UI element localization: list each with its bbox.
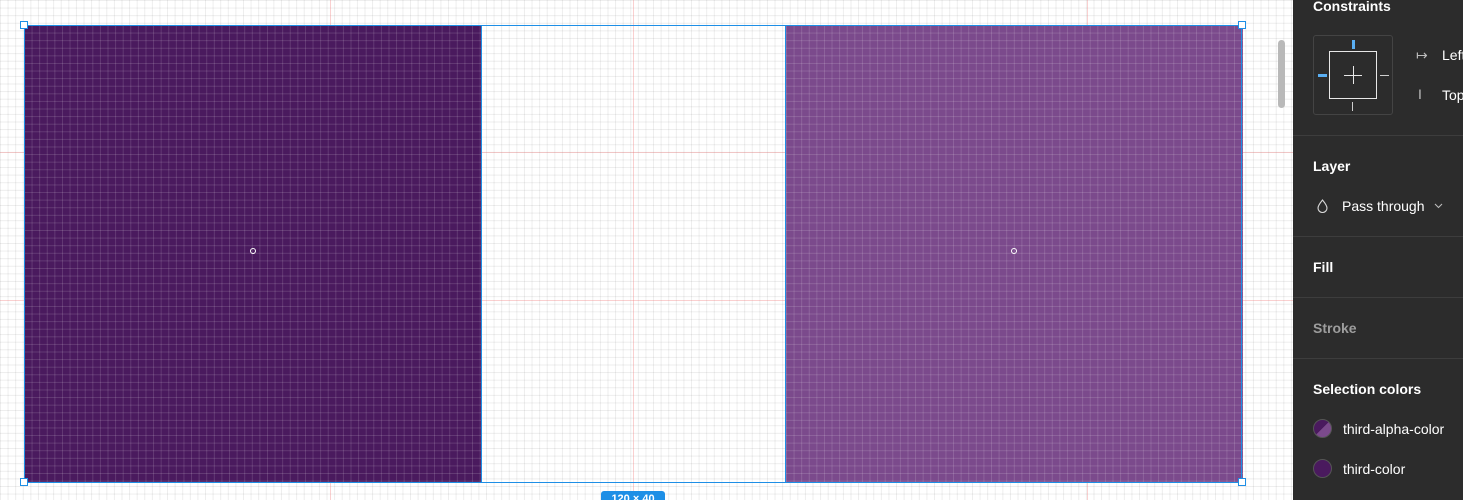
properties-panel: Constraints ↦ Left I Top Layer Pass thro… (1293, 0, 1463, 500)
section-title: Fill (1313, 259, 1334, 275)
vertical-scrollbar[interactable] (1278, 40, 1285, 108)
section-title: Layer (1313, 158, 1351, 174)
third-alpha-color-swatch[interactable] (786, 25, 1243, 483)
constraints-inner-box (1329, 51, 1377, 99)
resize-handle-top-right[interactable] (1238, 21, 1246, 29)
center-point (250, 248, 256, 254)
crosshair-horizontal (1344, 75, 1362, 76)
section-title: Selection colors (1313, 381, 1422, 397)
resize-handle-top-left[interactable] (20, 21, 28, 29)
chevron-down-icon[interactable] (1434, 203, 1443, 209)
fill-section[interactable]: Fill (1293, 237, 1463, 298)
constraints-widget[interactable] (1313, 35, 1393, 115)
layout-guide-vertical (633, 0, 634, 500)
third-color-swatch[interactable] (24, 25, 481, 483)
horizontal-constraint-dropdown[interactable]: Left (1442, 47, 1463, 63)
vertical-constraint-dropdown[interactable]: Top (1442, 87, 1463, 103)
drop-icon (1317, 199, 1328, 213)
constraint-top-toggle[interactable] (1352, 40, 1355, 49)
horizontal-constraint-icon: ↦ (1416, 47, 1428, 63)
center-point (1011, 248, 1017, 254)
vertical-constraint-icon: I (1418, 86, 1422, 102)
blend-mode-dropdown[interactable]: Pass through (1342, 198, 1425, 214)
stroke-section[interactable]: Stroke (1293, 298, 1463, 359)
selection-colors-section: Selection colors third-alpha-color third… (1293, 359, 1463, 500)
color-name: third-color (1343, 461, 1406, 477)
design-canvas[interactable]: 120 × 40 (0, 0, 1293, 500)
color-name: third-alpha-color (1343, 421, 1445, 437)
section-title: Stroke (1313, 320, 1357, 336)
section-title: Constraints (1313, 0, 1391, 14)
color-swatch-chip[interactable] (1313, 419, 1332, 438)
constraint-right-toggle[interactable] (1380, 75, 1389, 76)
selection-child-border (481, 25, 482, 483)
resize-handle-bottom-left[interactable] (20, 478, 28, 486)
constraint-bottom-toggle[interactable] (1352, 102, 1353, 111)
resize-handle-bottom-right[interactable] (1238, 478, 1246, 486)
color-swatch-chip[interactable] (1313, 459, 1332, 478)
constraints-section: Constraints ↦ Left I Top (1293, 0, 1463, 136)
selection-size-badge: 120 × 40 (601, 491, 665, 500)
selection-child-border (785, 25, 786, 483)
layer-section: Layer Pass through (1293, 136, 1463, 237)
constraint-left-toggle[interactable] (1318, 74, 1327, 77)
